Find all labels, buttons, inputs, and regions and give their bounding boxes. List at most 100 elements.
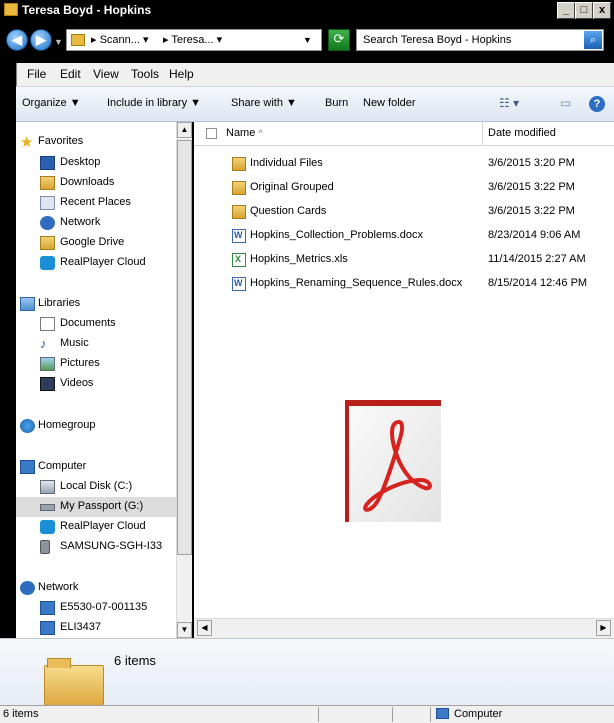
nav-homegroup[interactable]: Homegroup [16,416,192,436]
refresh-button[interactable]: ⟳ [328,29,350,51]
nav-item-recent-places[interactable]: Recent Places [16,193,192,213]
file-row[interactable]: Question Cards 3/6/2015 3:22 PM [194,200,614,224]
title-bar[interactable]: Teresa Boyd - Hopkins _ □ x [0,0,614,21]
nav-item-music[interactable]: ♪ Music [16,334,192,354]
folder-icon [232,157,246,171]
preview-pane-icon[interactable]: ▭ [560,96,571,110]
scroll-left-icon[interactable]: ◀ [197,620,212,636]
realplayer-cloud-icon [40,256,55,270]
horizontal-scrollbar[interactable]: ◀ ▶ [194,618,614,638]
file-date: 3/6/2015 3:20 PM [488,157,575,169]
help-icon[interactable]: ? [589,96,605,112]
folder-icon [44,658,104,709]
menu-help[interactable]: Help [169,67,194,81]
address-bar: ◀ ▶ ▼ ▸ Scann... ▾ ▸ Teresa... ▾ ▼ ⟳ Sea… [0,21,614,63]
change-view-icon[interactable]: ☷ ▾ [499,96,519,110]
file-date: 3/6/2015 3:22 PM [488,181,575,193]
nav-item-realplayer-cloud[interactable]: RealPlayer Cloud [16,253,192,273]
homegroup-icon [20,419,35,433]
excel-spreadsheet-icon [232,253,246,267]
nav-label: Recent Places [60,196,131,208]
scroll-right-icon[interactable]: ▶ [596,620,611,636]
nav-item-samsung[interactable]: SAMSUNG-SGH-I33 [16,537,192,557]
search-placeholder: Search Teresa Boyd - Hopkins [363,34,512,46]
nav-libraries[interactable]: Libraries [16,294,192,314]
nav-label: Computer [38,460,87,472]
burn-button[interactable]: Burn [325,97,348,109]
nav-item-realplayer-cloud-computer[interactable]: RealPlayer Cloud [16,517,192,537]
include-in-library-button[interactable]: Include in library ▼ [107,97,201,109]
menu-bar: File Edit View Tools Help [16,63,614,86]
file-date: 3/6/2015 3:22 PM [488,205,575,217]
status-bar: 6 items Computer [0,705,614,723]
file-date: 11/14/2015 2:27 AM [488,253,586,265]
nav-item-pictures[interactable]: Pictures [16,354,192,374]
file-row[interactable]: Original Grouped 3/6/2015 3:22 PM [194,176,614,200]
nav-label: My Passport (G:) [60,500,144,512]
details-pane: 6 items [0,638,614,709]
minimize-button[interactable]: _ [557,2,575,19]
nav-item-network-pc-1[interactable]: E5530-07-001135 [16,598,192,618]
nav-item-local-disk[interactable]: Local Disk (C:) [16,477,192,497]
nav-label: Favorites [38,135,84,147]
pictures-icon [40,357,55,371]
nav-item-downloads[interactable]: Downloads [16,173,192,193]
nav-network[interactable]: Network [16,578,192,598]
back-button[interactable]: ◀ [6,29,28,51]
recent-places-icon [40,196,55,210]
nav-label: Downloads [60,176,115,188]
scroll-up-icon[interactable]: ▲ [177,122,192,138]
menu-file[interactable]: File [27,67,46,81]
select-all-checkbox[interactable] [206,128,217,139]
nav-item-my-passport[interactable]: My Passport (G:) [16,497,192,517]
word-document-icon [232,277,246,291]
organize-button[interactable]: Organize ▼ [22,97,81,109]
status-divider [392,707,393,722]
maximize-button[interactable]: □ [575,2,593,19]
search-input[interactable]: Search Teresa Boyd - Hopkins ⌕ [356,29,604,51]
nav-item-google-drive[interactable]: Google Drive [16,233,192,253]
menu-view[interactable]: View [93,67,119,81]
file-row[interactable]: Hopkins_Renaming_Sequence_Rules.docx 8/1… [194,272,614,296]
nav-label: Network [60,216,101,228]
navigation-scrollbar[interactable]: ▲ ▼ [176,122,192,638]
share-with-button[interactable]: Share with ▼ [231,97,297,109]
breadcrumb-item[interactable]: ▸ Teresa... ▾ [163,33,222,46]
computer-icon [40,601,55,615]
item-count: 6 items [114,653,156,668]
nav-item-videos[interactable]: Videos [16,374,192,394]
column-date-header[interactable]: Date modified [488,127,556,139]
menu-edit[interactable]: Edit [60,67,81,81]
close-button[interactable]: x [593,2,611,19]
search-icon[interactable]: ⌕ [584,31,602,49]
scrollbar-thumb[interactable] [177,140,192,555]
downloads-icon [40,176,55,190]
nav-item-network-pc-2[interactable]: ELI3437 [16,618,192,638]
file-row[interactable]: Hopkins_Metrics.xls 11/14/2015 2:27 AM [194,248,614,272]
star-icon: ★ [20,134,34,151]
file-row[interactable]: Hopkins_Collection_Problems.docx 8/23/20… [194,224,614,248]
nav-computer[interactable]: Computer [16,457,192,477]
window-title: Teresa Boyd - Hopkins [22,3,152,17]
address-dropdown-chevron-icon[interactable]: ▼ [303,35,312,45]
menu-tools[interactable]: Tools [131,67,159,81]
scroll-down-icon[interactable]: ▼ [177,622,192,638]
breadcrumb[interactable]: ▸ Scann... ▾ ▸ Teresa... ▾ ▼ [66,29,322,51]
nav-item-desktop[interactable]: Desktop [16,153,192,173]
recent-pages-chevron-icon[interactable]: ▼ [54,37,63,47]
forward-button[interactable]: ▶ [30,29,52,51]
new-folder-button[interactable]: New folder [363,97,416,109]
file-date: 8/23/2014 9:06 AM [488,229,581,241]
nav-favorites[interactable]: ★ Favorites [16,132,192,152]
column-divider[interactable] [482,122,483,146]
file-name: Individual Files [250,157,323,169]
status-item-count: 6 items [3,708,39,720]
column-name-header[interactable]: Name ^ [226,127,263,139]
nav-item-documents[interactable]: Documents [16,314,192,334]
file-row[interactable]: Individual Files 3/6/2015 3:20 PM [194,152,614,176]
column-name-label: Name [226,127,256,139]
nav-item-network-favorite[interactable]: Network [16,213,192,233]
nav-label: Network [38,581,79,593]
breadcrumb-item[interactable]: ▸ Scann... ▾ [91,33,149,46]
status-divider [430,707,431,722]
